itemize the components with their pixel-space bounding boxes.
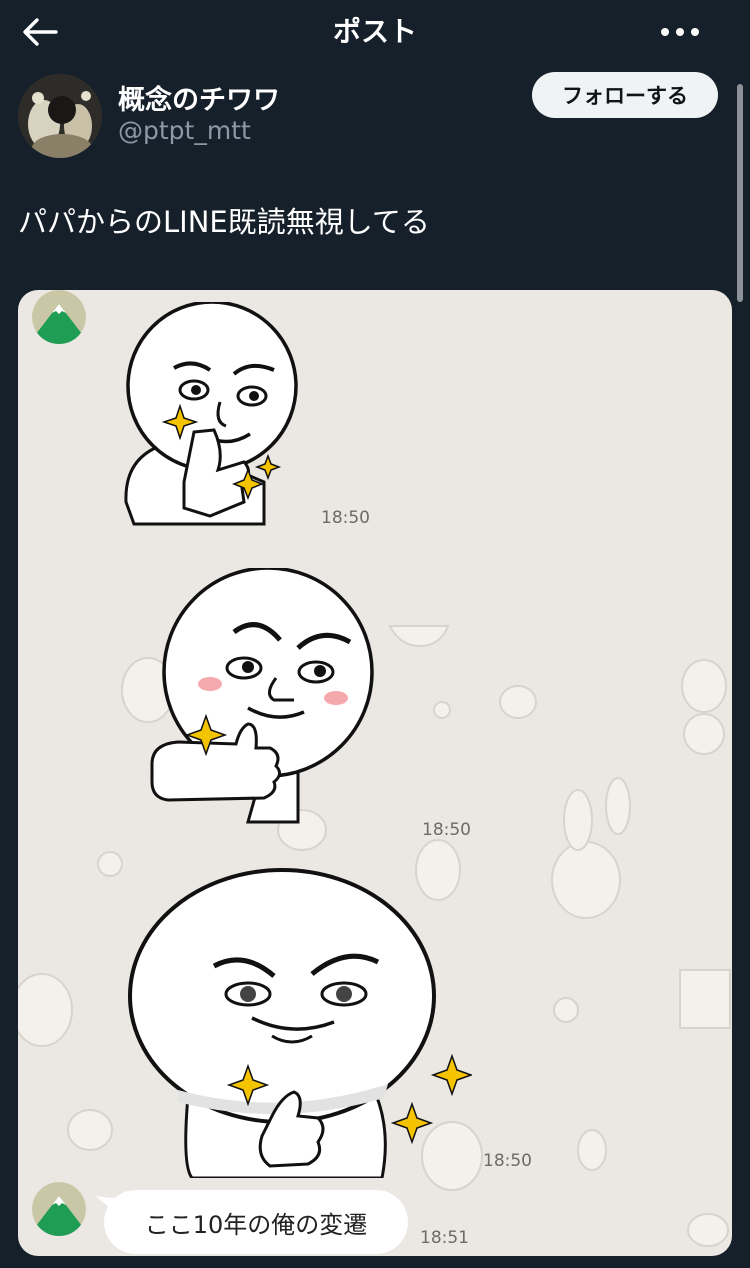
chat-message-bubble[interactable]: ここ10年の俺の変遷: [104, 1190, 408, 1254]
avatar-image: [18, 74, 102, 158]
sticker-smug-1[interactable]: [114, 302, 314, 532]
mountain-avatar-icon: [32, 290, 86, 344]
author-display-name[interactable]: 概念のチワワ: [118, 78, 280, 117]
sticker-smug-2[interactable]: [148, 568, 378, 824]
follow-button[interactable]: フォローする: [532, 72, 718, 118]
page-title: ポスト: [332, 15, 417, 48]
sender-avatar[interactable]: [32, 1182, 86, 1236]
message-time: 18:51: [420, 1228, 469, 1248]
message-time: 18:50: [422, 820, 471, 840]
author-avatar[interactable]: [18, 74, 102, 158]
top-bar: ポスト: [0, 0, 750, 64]
message-time: 18:50: [483, 1151, 532, 1171]
scrollbar[interactable]: [737, 84, 743, 302]
more-options-button[interactable]: [650, 14, 710, 50]
post-page: ポスト 概念のチワワ @ptpt_mtt フォローする パパからのLINE既読無…: [0, 0, 750, 1268]
message-time: 18:50: [321, 508, 370, 528]
mountain-avatar-icon: [32, 1182, 86, 1236]
more-dots-icon: [661, 28, 699, 36]
sender-avatar[interactable]: [32, 290, 86, 344]
author-handle[interactable]: @ptpt_mtt: [118, 116, 251, 145]
post-image[interactable]: 18:50 18:50 18:50 ここ10年の俺の変遷 18:51: [18, 290, 732, 1256]
sticker-smug-3[interactable]: [122, 866, 472, 1178]
post-text: パパからのLINE既読無視してる: [18, 205, 430, 239]
